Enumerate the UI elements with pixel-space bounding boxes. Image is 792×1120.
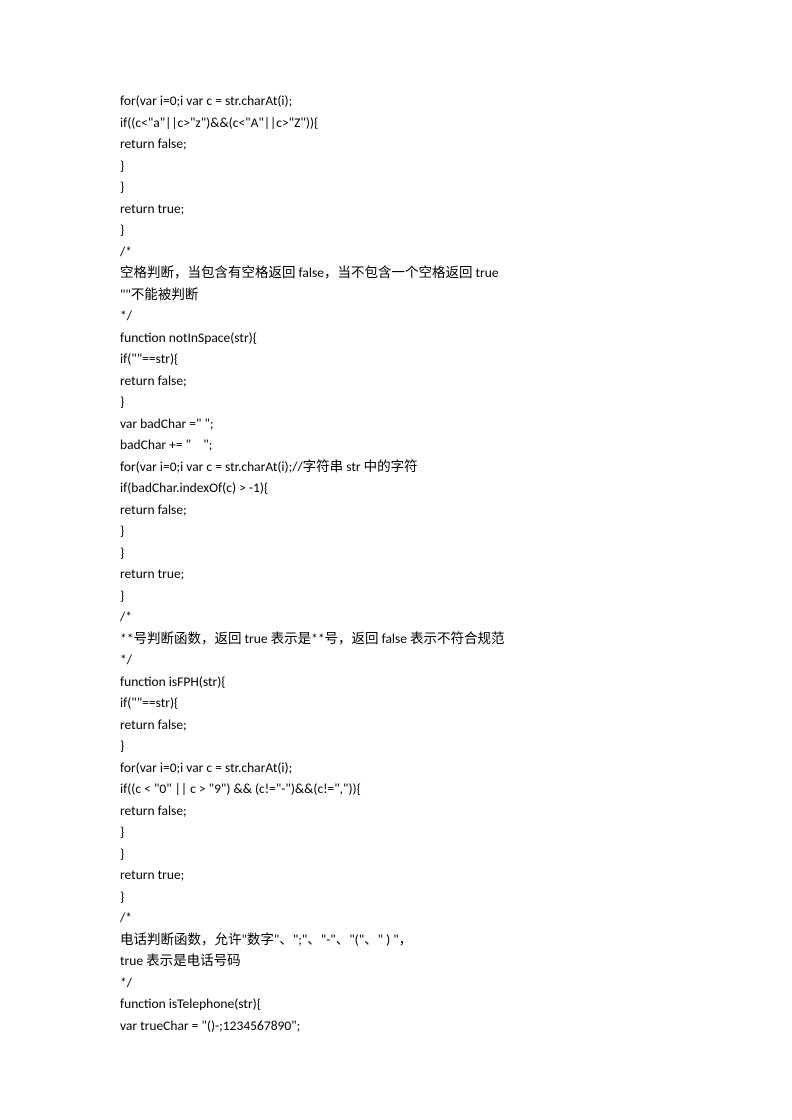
code-line: for(var i=0;i var c = str.charAt(i); <box>120 90 672 112</box>
code-line: for(var i=0;i var c = str.charAt(i);//字符… <box>120 456 672 478</box>
code-line: } <box>120 735 672 757</box>
code-line: /* <box>120 241 672 263</box>
code-line: return false; <box>120 499 672 521</box>
code-line: } <box>120 176 672 198</box>
code-line: } <box>120 219 672 241</box>
code-line: } <box>120 155 672 177</box>
code-line: if(""==str){ <box>120 692 672 714</box>
code-line: return false; <box>120 370 672 392</box>
code-line: } <box>120 585 672 607</box>
code-line: if(badChar.indexOf(c) > -1){ <box>120 477 672 499</box>
code-line: } <box>120 843 672 865</box>
code-line: var trueChar = "()-;1234567890"; <box>120 1015 672 1037</box>
code-line: ""不能被判断 <box>120 284 672 306</box>
code-line: 空格判断，当包含有空格返回 false，当不包含一个空格返回 true <box>120 262 672 284</box>
code-line: return true; <box>120 864 672 886</box>
code-line: } <box>120 391 672 413</box>
code-line: return false; <box>120 714 672 736</box>
code-line: */ <box>120 305 672 327</box>
code-line: return false; <box>120 800 672 822</box>
code-line: **号判断函数，返回 true 表示是**号，返回 false 表示不符合规范 <box>120 628 672 650</box>
code-line: } <box>120 821 672 843</box>
code-line: function notInSpace(str){ <box>120 327 672 349</box>
code-line: } <box>120 886 672 908</box>
code-line: badChar += " "; <box>120 434 672 456</box>
code-line: if((c < "0" || c > "9") && (c!="-")&&(c!… <box>120 778 672 800</box>
code-line: function isFPH(str){ <box>120 671 672 693</box>
code-line: /* <box>120 606 672 628</box>
document-page: for(var i=0;i var c = str.charAt(i);if((… <box>0 0 792 1036</box>
code-line: true 表示是电话号码 <box>120 950 672 972</box>
code-line: if((c<"a"||c>"z")&&(c<"A"||c>"Z")){ <box>120 112 672 134</box>
code-line: } <box>120 542 672 564</box>
code-line: /* <box>120 907 672 929</box>
code-line: */ <box>120 972 672 994</box>
code-line: if(""==str){ <box>120 348 672 370</box>
code-line: } <box>120 520 672 542</box>
code-line: return true; <box>120 563 672 585</box>
code-line: return true; <box>120 198 672 220</box>
code-line: */ <box>120 649 672 671</box>
code-line: function isTelephone(str){ <box>120 993 672 1015</box>
code-line: var badChar =" "; <box>120 413 672 435</box>
code-line: for(var i=0;i var c = str.charAt(i); <box>120 757 672 779</box>
code-line: return false; <box>120 133 672 155</box>
code-line: 电话判断函数，允许"数字"、";"、"-"、"("、" ) "， <box>120 929 672 951</box>
